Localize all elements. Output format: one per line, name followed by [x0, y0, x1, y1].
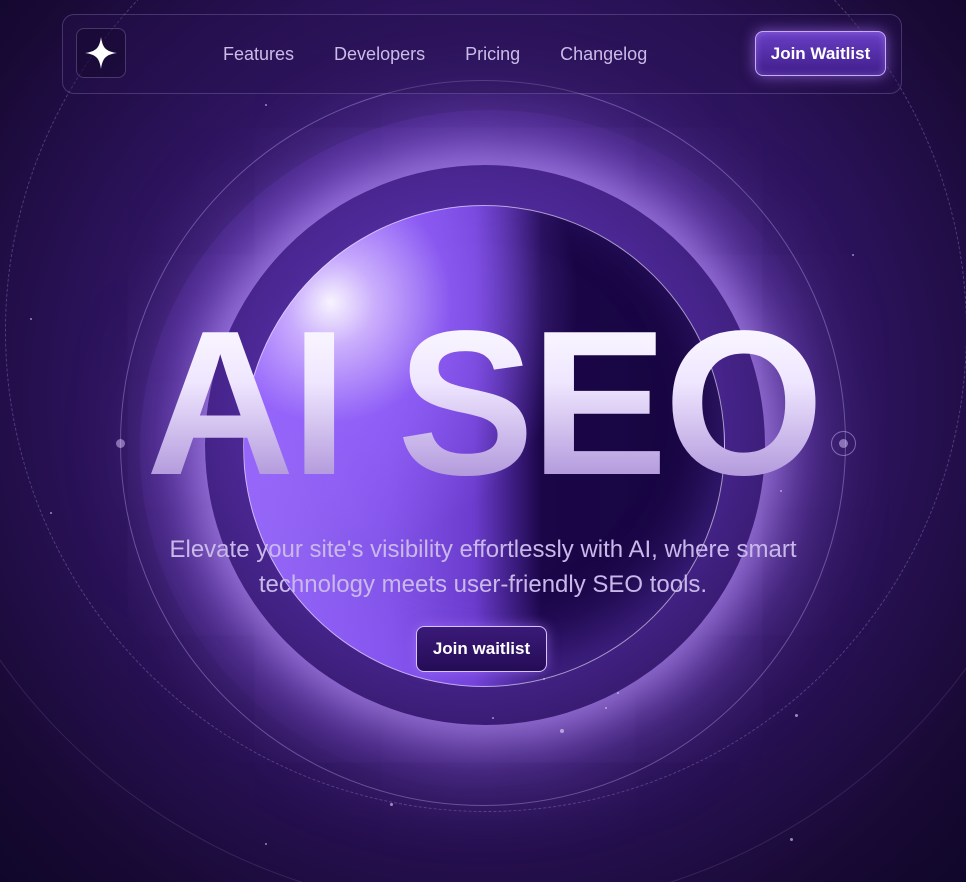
star: [560, 729, 564, 733]
hero-headline: AI SEO: [0, 300, 966, 506]
hero-subtitle: Elevate your site's visibility effortles…: [169, 536, 797, 598]
nav-link-developers[interactable]: Developers: [334, 44, 425, 65]
logo[interactable]: [76, 28, 126, 78]
star: [852, 254, 854, 256]
nav-link-features[interactable]: Features: [223, 44, 294, 65]
top-navbar: Features Developers Pricing Changelog Jo…: [62, 14, 902, 94]
star: [617, 692, 619, 694]
nav-link-pricing[interactable]: Pricing: [465, 44, 520, 65]
star: [390, 803, 393, 806]
star: [543, 678, 545, 680]
nav-links: Features Developers Pricing Changelog: [223, 15, 647, 93]
star: [265, 104, 267, 106]
star: [492, 717, 494, 719]
star: [605, 707, 607, 709]
star: [795, 714, 798, 717]
nav-link-changelog[interactable]: Changelog: [560, 44, 647, 65]
join-waitlist-hero-button[interactable]: Join waitlist: [416, 626, 547, 672]
join-waitlist-nav-button[interactable]: Join Waitlist: [755, 31, 886, 76]
sparkle-icon: [85, 37, 117, 69]
star: [265, 843, 267, 845]
star: [50, 512, 52, 514]
star: [790, 838, 793, 841]
